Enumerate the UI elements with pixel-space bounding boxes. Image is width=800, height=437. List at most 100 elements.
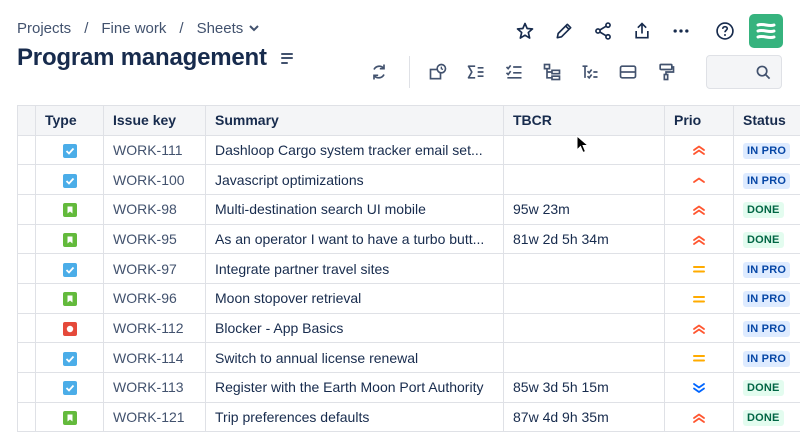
- prio-cell[interactable]: [664, 135, 734, 166]
- more-icon[interactable]: [665, 15, 697, 47]
- chevron-down-icon[interactable]: [249, 23, 259, 35]
- prio-cell[interactable]: [664, 402, 734, 433]
- status-cell[interactable]: DONE: [733, 402, 800, 433]
- subtasks-icon[interactable]: [574, 56, 606, 88]
- type-cell[interactable]: [35, 313, 104, 344]
- search-input[interactable]: [706, 55, 782, 89]
- rows-icon[interactable]: [612, 56, 644, 88]
- row-handle[interactable]: [17, 372, 36, 403]
- app-logo[interactable]: [749, 14, 783, 48]
- summary-cell[interactable]: Dashloop Cargo system tracker email set.…: [205, 135, 504, 166]
- column-header-prio[interactable]: Prio: [664, 106, 734, 136]
- refresh-icon[interactable]: [363, 56, 395, 88]
- status-cell[interactable]: IN PRO: [733, 342, 800, 373]
- issue-key-cell[interactable]: WORK-113: [103, 372, 206, 403]
- add-field-icon[interactable]: [422, 56, 454, 88]
- tbcr-cell[interactable]: [503, 253, 665, 284]
- status-cell[interactable]: DONE: [733, 372, 800, 403]
- export-icon[interactable]: [626, 15, 658, 47]
- row-handle[interactable]: [17, 194, 36, 225]
- edit-icon[interactable]: [548, 15, 580, 47]
- type-cell[interactable]: [35, 342, 104, 373]
- row-handle[interactable]: [17, 313, 36, 344]
- issue-key-cell[interactable]: WORK-97: [103, 253, 206, 284]
- status-cell[interactable]: IN PRO: [733, 135, 800, 166]
- prio-cell[interactable]: [664, 313, 734, 344]
- table-row[interactable]: WORK-96 Moon stopover retrieval IN PRO: [17, 283, 800, 314]
- summary-cell[interactable]: Multi-destination search UI mobile: [205, 194, 504, 225]
- help-icon[interactable]: [709, 15, 741, 47]
- row-handle[interactable]: [17, 283, 36, 314]
- type-cell[interactable]: [35, 135, 104, 166]
- breadcrumb-sheets[interactable]: Sheets: [197, 20, 244, 37]
- type-cell[interactable]: [35, 224, 104, 255]
- status-cell[interactable]: IN PRO: [733, 253, 800, 284]
- column-header-type[interactable]: Type: [35, 106, 104, 136]
- prio-cell[interactable]: [664, 342, 734, 373]
- row-handle[interactable]: [17, 164, 36, 195]
- type-cell[interactable]: [35, 372, 104, 403]
- table-row[interactable]: WORK-121 Trip preferences defaults 87w 4d …: [17, 402, 800, 433]
- breadcrumb-fine-work[interactable]: Fine work: [101, 20, 166, 37]
- hierarchy-icon[interactable]: [536, 56, 568, 88]
- table-row[interactable]: WORK-114 Switch to annual license renewal…: [17, 342, 800, 373]
- summary-cell[interactable]: Moon stopover retrieval: [205, 283, 504, 314]
- issue-key-cell[interactable]: WORK-98: [103, 194, 206, 225]
- table-row[interactable]: WORK-100 Javascript optimizations IN PRO: [17, 164, 800, 195]
- column-header-issue-key[interactable]: Issue key: [103, 106, 206, 136]
- prio-cell[interactable]: [664, 283, 734, 314]
- summary-cell[interactable]: Integrate partner travel sites: [205, 253, 504, 284]
- column-header-status[interactable]: Status: [733, 106, 800, 136]
- column-header-tbcr[interactable]: TBCR: [503, 106, 665, 136]
- sum-icon[interactable]: [460, 56, 492, 88]
- table-row[interactable]: WORK-112 Blocker - App Basics IN PRO: [17, 313, 800, 344]
- star-icon[interactable]: [509, 15, 541, 47]
- row-handle[interactable]: [17, 402, 36, 433]
- type-cell[interactable]: [35, 283, 104, 314]
- table-row[interactable]: WORK-98 Multi-destination search UI mobil…: [17, 194, 800, 225]
- summary-cell[interactable]: Register with the Earth Moon Port Author…: [205, 372, 504, 403]
- tbcr-cell[interactable]: [503, 283, 665, 314]
- type-cell[interactable]: [35, 253, 104, 284]
- issue-key-cell[interactable]: WORK-96: [103, 283, 206, 314]
- summary-cell[interactable]: Javascript optimizations: [205, 164, 504, 195]
- issue-key-cell[interactable]: WORK-111: [103, 135, 206, 166]
- prio-cell[interactable]: [664, 194, 734, 225]
- issue-key-cell[interactable]: WORK-114: [103, 342, 206, 373]
- prio-cell[interactable]: [664, 164, 734, 195]
- checklist-icon[interactable]: [498, 56, 530, 88]
- issue-key-cell[interactable]: WORK-95: [103, 224, 206, 255]
- summary-cell[interactable]: Switch to annual license renewal: [205, 342, 504, 373]
- prio-cell[interactable]: [664, 253, 734, 284]
- tbcr-cell[interactable]: 85w 3d 5h 15m: [503, 372, 665, 403]
- tbcr-cell[interactable]: [503, 164, 665, 195]
- issue-key-cell[interactable]: WORK-112: [103, 313, 206, 344]
- row-handle[interactable]: [17, 224, 36, 255]
- status-cell[interactable]: DONE: [733, 194, 800, 225]
- table-row[interactable]: WORK-97 Integrate partner travel sites IN …: [17, 253, 800, 284]
- tbcr-cell[interactable]: 95w 23m: [503, 194, 665, 225]
- table-row[interactable]: WORK-95 As an operator I want to have a t…: [17, 224, 800, 255]
- status-cell[interactable]: DONE: [733, 224, 800, 255]
- breadcrumb-projects[interactable]: Projects: [17, 20, 71, 37]
- type-cell[interactable]: [35, 194, 104, 225]
- status-cell[interactable]: IN PRO: [733, 313, 800, 344]
- table-row[interactable]: WORK-111 Dashloop Cargo system tracker em…: [17, 135, 800, 166]
- row-handle[interactable]: [17, 253, 36, 284]
- summary-cell[interactable]: Blocker - App Basics: [205, 313, 504, 344]
- issue-key-cell[interactable]: WORK-121: [103, 402, 206, 433]
- column-header-summary[interactable]: Summary: [205, 106, 504, 136]
- row-handle[interactable]: [17, 342, 36, 373]
- share-icon[interactable]: [587, 15, 619, 47]
- summary-cell[interactable]: As an operator I want to have a turbo bu…: [205, 224, 504, 255]
- status-cell[interactable]: IN PRO: [733, 283, 800, 314]
- table-row[interactable]: WORK-113 Register with the Earth Moon Por…: [17, 372, 800, 403]
- status-cell[interactable]: IN PRO: [733, 164, 800, 195]
- tbcr-cell[interactable]: 87w 4d 9h 35m: [503, 402, 665, 433]
- prio-cell[interactable]: [664, 224, 734, 255]
- format-painter-icon[interactable]: [650, 56, 682, 88]
- issue-key-cell[interactable]: WORK-100: [103, 164, 206, 195]
- tbcr-cell[interactable]: 81w 2d 5h 34m: [503, 224, 665, 255]
- type-cell[interactable]: [35, 164, 104, 195]
- tbcr-cell[interactable]: [503, 342, 665, 373]
